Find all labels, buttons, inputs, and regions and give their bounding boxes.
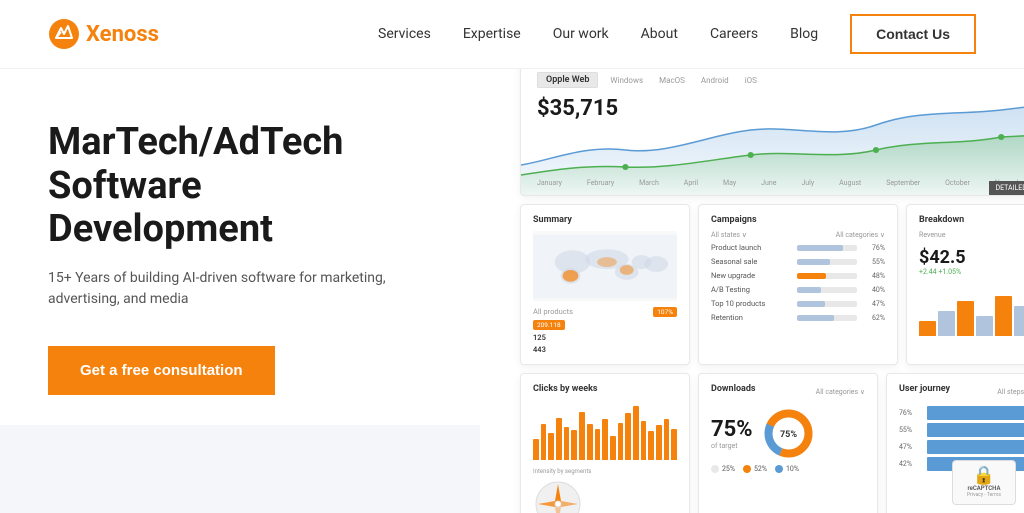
campaigns-title: Campaigns [711, 215, 885, 225]
campaigns-card: Campaigns All states ∨ All categories ∨ … [698, 204, 898, 365]
campaign-row: Product launch 76% [711, 243, 885, 252]
logo-icon [48, 18, 80, 50]
metric-row: 209.118 [533, 320, 677, 330]
recaptcha-badge: 🔒 reCAPTCHA Privacy - Terms [952, 460, 1016, 505]
metric-row: 443 [533, 345, 677, 354]
breakdown-chart [919, 286, 1024, 336]
main-content: MarTech/AdTech Software Development 15+ … [0, 69, 1024, 513]
clicks-bar-chart [533, 400, 677, 460]
breakdown-title: Breakdown [919, 215, 1024, 225]
bottom-strip [0, 425, 480, 513]
platform-windows[interactable]: Windows [610, 76, 643, 85]
summary-title: Summary [533, 215, 677, 225]
nav-our-work[interactable]: Our work [553, 26, 609, 42]
nav-about[interactable]: About [641, 26, 678, 42]
campaign-row: Retention 62% [711, 313, 885, 322]
downloads-card: Downloads All categories ∨ 75% of target [698, 373, 878, 513]
nav-blog[interactable]: Blog [790, 26, 818, 42]
user-journey-title: User journey [899, 384, 950, 394]
hero-title: MarTech/AdTech Software Development [48, 121, 432, 252]
logo-text: Xenoss [86, 22, 159, 47]
recaptcha-icon: 🔒 [973, 467, 995, 485]
downloads-pct: 75% [711, 417, 753, 442]
campaign-row: New upgrade 48% [711, 271, 885, 280]
metric-row: All products 107% [533, 307, 677, 317]
campaign-row: Top 10 products 47% [711, 299, 885, 308]
dashboard-container: Opple Web Windows MacOS Android iOS $35,… [520, 69, 1024, 513]
top-chart-card: Opple Web Windows MacOS Android iOS $35,… [520, 69, 1024, 196]
nav-expertise[interactable]: Expertise [463, 26, 521, 42]
platform-ios[interactable]: iOS [745, 76, 757, 85]
svg-text:75%: 75% [780, 430, 797, 440]
breakdown-value: $42.5 [919, 247, 1024, 268]
platform-macos[interactable]: MacOS [659, 76, 685, 85]
compass-icon [533, 479, 583, 513]
campaign-row: Seasonal sale 55% [711, 257, 885, 266]
chart-x-labels: January February March April May June Ju… [537, 179, 1024, 187]
summary-metrics: All products 107% 209.118 125 443 [533, 307, 677, 354]
metric-row: 125 [533, 333, 677, 342]
clicks-title: Clicks by weeks [533, 384, 677, 394]
header: Xenoss Services Expertise Our work About… [0, 0, 1024, 69]
cta-button[interactable]: Get a free consultation [48, 346, 275, 395]
intensity-chart [533, 479, 677, 513]
downloads-donut: 75% of target 75% [711, 406, 865, 461]
charts-row-3: Clicks by weeks [520, 373, 1024, 513]
nav-careers[interactable]: Careers [710, 26, 758, 42]
chart-tab-opple[interactable]: Opple Web [537, 72, 598, 88]
charts-row-2: Summary [520, 204, 1024, 365]
hero-subtitle: 15+ Years of building AI-driven software… [48, 268, 388, 310]
breakdown-card: Breakdown Revenue $42.5 +2.44 +1.05% [906, 204, 1024, 365]
downloads-title: Downloads [711, 384, 756, 394]
platform-android[interactable]: Android [701, 76, 729, 85]
nav-services[interactable]: Services [378, 26, 431, 42]
logo[interactable]: Xenoss [48, 18, 159, 50]
main-nav: Services Expertise Our work About Career… [378, 14, 976, 54]
contact-us-button[interactable]: Contact Us [850, 14, 976, 54]
hero-section: MarTech/AdTech Software Development 15+ … [0, 69, 480, 513]
clicks-card: Clicks by weeks [520, 373, 690, 513]
campaign-row: A/B Testing 40% [711, 285, 885, 294]
world-map [533, 231, 677, 301]
world-map-svg [533, 234, 677, 299]
summary-card: Summary [520, 204, 690, 365]
dashboard-section: Opple Web Windows MacOS Android iOS $35,… [480, 69, 1024, 513]
detailed-button[interactable]: DETAILED /... [989, 181, 1024, 195]
donut-chart-svg: 75% [761, 406, 816, 461]
